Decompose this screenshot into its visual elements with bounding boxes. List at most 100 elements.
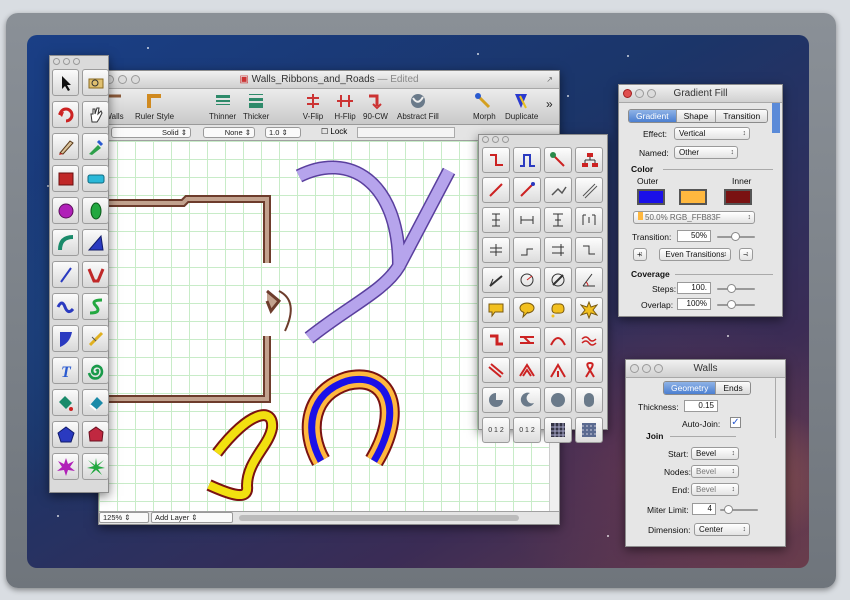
text-tool[interactable]: T bbox=[52, 357, 79, 384]
horizontal-scrollbar[interactable] bbox=[239, 515, 519, 521]
triangle-tool[interactable] bbox=[82, 229, 109, 256]
walls-minimize-button[interactable] bbox=[642, 364, 651, 373]
palette-shape-button[interactable]: 0 1 2 bbox=[513, 417, 541, 443]
hand-tool[interactable] bbox=[82, 101, 109, 128]
palette-shape-button[interactable] bbox=[482, 177, 510, 203]
inner-color-swatch[interactable] bbox=[724, 189, 752, 205]
ellipse-tool[interactable] bbox=[82, 197, 109, 224]
palette-minimize-button[interactable] bbox=[492, 136, 499, 143]
spiral-tool[interactable] bbox=[82, 357, 109, 384]
palette-shape-button[interactable] bbox=[513, 177, 541, 203]
palette-shape-button[interactable] bbox=[482, 267, 510, 293]
palette-shape-button[interactable] bbox=[575, 357, 603, 383]
arc-tool[interactable] bbox=[52, 229, 79, 256]
toolbox-zoom-button[interactable] bbox=[73, 58, 80, 65]
palette-shape-button[interactable] bbox=[513, 357, 541, 383]
eyedropper-tool[interactable] bbox=[82, 133, 109, 160]
line-tool[interactable] bbox=[52, 261, 79, 288]
tab-transition[interactable]: Transition bbox=[716, 110, 768, 122]
align-buttons[interactable] bbox=[357, 127, 455, 138]
even-transitions-button[interactable]: Even Transitions bbox=[659, 248, 731, 261]
toolbar-thinner[interactable]: Thinner bbox=[209, 91, 236, 121]
tab-geometry[interactable]: Geometry bbox=[664, 382, 717, 394]
toolbar-duplicate[interactable]: Duplicate bbox=[505, 91, 538, 121]
tab-shape[interactable]: Shape bbox=[676, 110, 717, 122]
toolbar-v-flip[interactable]: V-Flip bbox=[302, 91, 324, 121]
palette-shape-button[interactable] bbox=[482, 147, 510, 173]
palette-shape-button[interactable] bbox=[513, 147, 541, 173]
toolbar-morph[interactable]: Morph bbox=[473, 91, 496, 121]
toolbar-overflow-button[interactable]: » bbox=[546, 97, 553, 111]
oval-tool[interactable] bbox=[52, 197, 79, 224]
tab-gradient[interactable]: Gradient bbox=[629, 110, 677, 122]
steps-slider-knob[interactable] bbox=[727, 284, 736, 293]
lock-checkbox[interactable]: ☐ Lock bbox=[321, 127, 347, 136]
tab-ends[interactable]: Ends bbox=[716, 382, 750, 394]
transition-slider-knob[interactable] bbox=[731, 232, 740, 241]
walls-close-button[interactable] bbox=[630, 364, 639, 373]
start-select[interactable]: Bevel bbox=[691, 447, 739, 460]
nodes-select[interactable]: Bevel bbox=[691, 465, 739, 478]
toolbar-h-flip[interactable]: H-Flip bbox=[334, 91, 356, 121]
palette-shape-button[interactable] bbox=[482, 327, 510, 353]
toolbar-ruler-style[interactable]: Ruler Style bbox=[135, 91, 174, 121]
walls-panel-scrollbar[interactable] bbox=[775, 378, 783, 438]
rotate-tool[interactable] bbox=[52, 101, 79, 128]
rounded-rectangle-tool[interactable] bbox=[82, 165, 109, 192]
palette-shape-button[interactable] bbox=[513, 327, 541, 353]
gradient-close-button[interactable] bbox=[623, 89, 632, 98]
starburst-tool[interactable] bbox=[52, 453, 79, 480]
named-select[interactable]: Other bbox=[674, 146, 738, 159]
palette-shape-button[interactable] bbox=[482, 297, 510, 323]
palette-shape-button[interactable] bbox=[544, 237, 572, 263]
palette-shape-button[interactable] bbox=[544, 177, 572, 203]
palette-shape-button[interactable] bbox=[544, 297, 572, 323]
palette-shape-button[interactable] bbox=[575, 387, 603, 413]
thickness-field[interactable]: 0.15 bbox=[684, 400, 718, 412]
palette-shape-button[interactable] bbox=[544, 357, 572, 383]
color-readout-select[interactable]: 50.0% RGB_FFB83F bbox=[633, 211, 755, 224]
steps-field[interactable]: 100. bbox=[677, 282, 711, 294]
polyline-tool[interactable] bbox=[82, 261, 109, 288]
minimize-button[interactable] bbox=[118, 75, 127, 84]
toolbar-abstract-fill[interactable]: Abstract Fill bbox=[397, 91, 439, 121]
gradient-zoom-button[interactable] bbox=[647, 89, 656, 98]
gradient-titlebar[interactable]: Gradient Fill bbox=[619, 85, 782, 103]
pentagon-tool[interactable] bbox=[52, 421, 79, 448]
freehand-tool[interactable] bbox=[52, 293, 79, 320]
fullscreen-icon[interactable]: ↗ bbox=[546, 71, 553, 89]
palette-shape-button[interactable] bbox=[544, 327, 572, 353]
palette-shape-button[interactable] bbox=[482, 237, 510, 263]
palette-shape-button[interactable] bbox=[513, 387, 541, 413]
palette-shape-button[interactable] bbox=[482, 357, 510, 383]
zoom-tool[interactable] bbox=[82, 69, 109, 96]
palette-shape-button[interactable] bbox=[513, 267, 541, 293]
palette-close-button[interactable] bbox=[482, 136, 489, 143]
remove-stop-button[interactable]: − bbox=[739, 248, 753, 261]
miter-limit-slider-knob[interactable] bbox=[724, 505, 733, 514]
palette-shape-button[interactable] bbox=[575, 327, 603, 353]
middle-color-swatch[interactable] bbox=[679, 189, 707, 205]
palette-shape-button[interactable] bbox=[575, 237, 603, 263]
transition-field[interactable]: 50% bbox=[677, 230, 711, 242]
pen-tool[interactable] bbox=[52, 133, 79, 160]
toolbox-close-button[interactable] bbox=[53, 58, 60, 65]
overlap-slider[interactable] bbox=[717, 300, 755, 309]
line-style-select[interactable]: Solid ⇕ bbox=[111, 127, 191, 138]
gradient-panel-scrollbar[interactable] bbox=[772, 103, 780, 133]
toolbar-thicker[interactable]: Thicker bbox=[243, 91, 269, 121]
end-select[interactable]: Bevel bbox=[691, 483, 739, 496]
autojoin-checkbox[interactable]: ✓ bbox=[730, 417, 741, 428]
palette-shape-button[interactable] bbox=[513, 207, 541, 233]
palette-shape-button[interactable] bbox=[575, 417, 603, 443]
palette-shape-button[interactable] bbox=[544, 207, 572, 233]
palette-shape-button[interactable] bbox=[575, 297, 603, 323]
palette-shape-button[interactable] bbox=[544, 267, 572, 293]
zoom-select[interactable]: 125% ⇕ bbox=[99, 512, 149, 523]
eraser-tool[interactable] bbox=[82, 389, 109, 416]
steps-slider[interactable] bbox=[717, 284, 755, 293]
palette-shape-button[interactable] bbox=[513, 297, 541, 323]
toolbox-minimize-button[interactable] bbox=[63, 58, 70, 65]
paint-bucket-tool[interactable] bbox=[52, 389, 79, 416]
outer-color-swatch[interactable] bbox=[637, 189, 665, 205]
